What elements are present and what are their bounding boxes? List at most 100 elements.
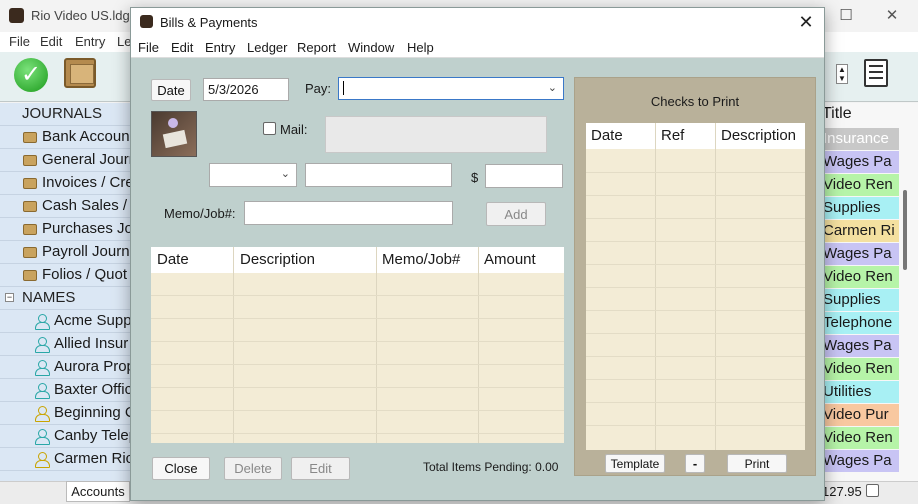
total-pending-value: 0.00 xyxy=(535,460,559,474)
tree-item-name[interactable]: Aurora Prop xyxy=(0,356,140,379)
tree-item-journal[interactable]: Bank Accoun xyxy=(0,126,140,149)
grid-divider xyxy=(478,247,479,443)
menu-file[interactable]: File xyxy=(138,40,159,55)
tree-item-label: Cash Sales / xyxy=(42,197,128,214)
col-description[interactable]: Description xyxy=(240,251,315,268)
tree-item-name[interactable]: Canby Telep xyxy=(0,425,140,448)
transaction-row[interactable]: Insurance xyxy=(822,128,899,150)
transaction-row[interactable]: Video Ren xyxy=(822,266,899,288)
list-icon[interactable] xyxy=(864,59,888,87)
amount-field[interactable] xyxy=(485,164,563,188)
tree-item-name[interactable]: Acme Supp xyxy=(0,310,140,333)
transaction-row[interactable]: Wages Pa xyxy=(822,243,899,265)
grid-divider xyxy=(233,247,234,443)
delete-button[interactable]: Delete xyxy=(224,457,282,480)
transaction-row[interactable]: Supplies xyxy=(822,289,899,311)
scrollbar-thumb[interactable] xyxy=(903,190,907,270)
folder-icon[interactable] xyxy=(64,58,96,88)
tree-item-name[interactable]: Beginning C xyxy=(0,402,140,425)
tree-item-label: Beginning C xyxy=(54,404,136,421)
transaction-row[interactable]: Telephone xyxy=(822,312,899,334)
col-date[interactable]: Date xyxy=(157,251,189,268)
grid-row-line xyxy=(586,287,805,288)
grid-row-line xyxy=(151,364,564,365)
col-amount[interactable]: Amount xyxy=(484,251,536,268)
account-select[interactable]: ⌄ xyxy=(209,163,297,187)
memo-field[interactable] xyxy=(244,201,453,225)
menu-edit[interactable]: Edit xyxy=(171,40,193,55)
tree-item-name[interactable]: Allied Insur xyxy=(0,333,140,356)
date-field[interactable]: 5/3/2026 xyxy=(203,78,289,101)
transaction-row[interactable]: Video Pur xyxy=(822,404,899,426)
transaction-row[interactable]: Carmen Ri xyxy=(822,220,899,242)
status-checkbox[interactable] xyxy=(866,484,879,497)
tree-item-journal[interactable]: Payroll Journ xyxy=(0,241,140,264)
main-menu-entry[interactable]: Entry xyxy=(75,34,105,49)
grid-row-line xyxy=(586,218,805,219)
checkmark-icon[interactable]: ✓ xyxy=(14,58,48,92)
total-pending-label: Total Items Pending: xyxy=(423,460,532,474)
transaction-row[interactable]: Supplies xyxy=(822,197,899,219)
mail-address-box[interactable] xyxy=(325,116,547,153)
maximize-icon[interactable]: ☐ xyxy=(824,4,868,28)
close-icon[interactable]: ✕ xyxy=(794,10,818,34)
transaction-row[interactable]: Video Ren xyxy=(822,358,899,380)
transaction-row[interactable]: Wages Pa xyxy=(822,151,899,173)
transaction-row[interactable]: Utilities xyxy=(822,381,899,403)
menu-window[interactable]: Window xyxy=(348,40,394,55)
grid-row-line xyxy=(586,264,805,265)
print-button[interactable]: Print xyxy=(727,454,787,473)
tree-item-journal[interactable]: Folios / Quot xyxy=(0,264,140,287)
spinner-icon[interactable]: ▲ ▼ xyxy=(836,64,848,84)
transaction-row[interactable]: Video Ren xyxy=(822,174,899,196)
remove-check-button[interactable]: - xyxy=(685,454,705,473)
main-menu-file[interactable]: File xyxy=(9,34,30,49)
tree-item-label: Bank Accoun xyxy=(42,128,130,145)
main-menu-edit[interactable]: Edit xyxy=(40,34,62,49)
checks-grid[interactable]: Date Ref Description xyxy=(586,123,805,450)
grid-row-line xyxy=(586,333,805,334)
grid-row-line xyxy=(151,341,564,342)
add-button[interactable]: Add xyxy=(486,202,546,226)
description-field[interactable] xyxy=(305,163,452,187)
col-ref[interactable]: Ref xyxy=(661,127,684,144)
date-button[interactable]: Date xyxy=(151,79,191,101)
grid-row-line xyxy=(151,410,564,411)
grid-row-line xyxy=(586,402,805,403)
menu-ledger[interactable]: Ledger xyxy=(247,40,287,55)
menu-report[interactable]: Report xyxy=(297,40,336,55)
tree-item-label: Purchases Jou xyxy=(42,220,140,237)
tree-item-name[interactable]: Carmen Ric xyxy=(0,448,140,471)
close-button[interactable]: Close xyxy=(152,457,210,480)
items-grid[interactable]: Date Description Memo/Job# Amount xyxy=(151,247,564,443)
edit-button[interactable]: Edit xyxy=(291,457,350,480)
tree-item-name[interactable]: Baxter Offic xyxy=(0,379,140,402)
col-memo[interactable]: Memo/Job# xyxy=(382,251,460,268)
mail-checkbox[interactable] xyxy=(263,122,276,135)
chevron-down-icon[interactable]: ⌄ xyxy=(548,81,557,94)
title-column-header[interactable]: Title xyxy=(822,105,852,123)
transaction-row[interactable]: Video Ren xyxy=(822,427,899,449)
tree-item-journal[interactable]: Cash Sales / xyxy=(0,195,140,218)
close-main-icon[interactable]: ✕ xyxy=(870,4,914,28)
transaction-row[interactable]: Wages Pa xyxy=(822,450,899,472)
menu-help[interactable]: Help xyxy=(407,40,434,55)
tree-names-header[interactable]: − NAMES xyxy=(0,287,140,310)
transaction-row[interactable]: Wages Pa xyxy=(822,335,899,357)
col-date[interactable]: Date xyxy=(591,127,623,144)
col-description[interactable]: Description xyxy=(721,127,796,144)
tree-item-journal[interactable]: Invoices / Cre xyxy=(0,172,140,195)
grid-row-line xyxy=(151,295,564,296)
menu-entry[interactable]: Entry xyxy=(205,40,235,55)
tree-item-journal[interactable]: Purchases Jou xyxy=(0,218,140,241)
collapse-icon[interactable]: − xyxy=(5,293,14,302)
payee-photo xyxy=(151,111,197,157)
tree-item-journal[interactable]: General Journ xyxy=(0,149,140,172)
pay-combobox[interactable]: ⌄ xyxy=(338,77,564,100)
accounts-tab[interactable]: Accounts xyxy=(66,481,130,502)
tree-item-label: Canby Telep xyxy=(54,427,138,444)
grid-row-line xyxy=(586,310,805,311)
template-button[interactable]: Template xyxy=(605,454,665,473)
tree-journals-header[interactable]: JOURNALS xyxy=(0,103,140,126)
chevron-down-icon[interactable]: ⌄ xyxy=(281,167,290,180)
